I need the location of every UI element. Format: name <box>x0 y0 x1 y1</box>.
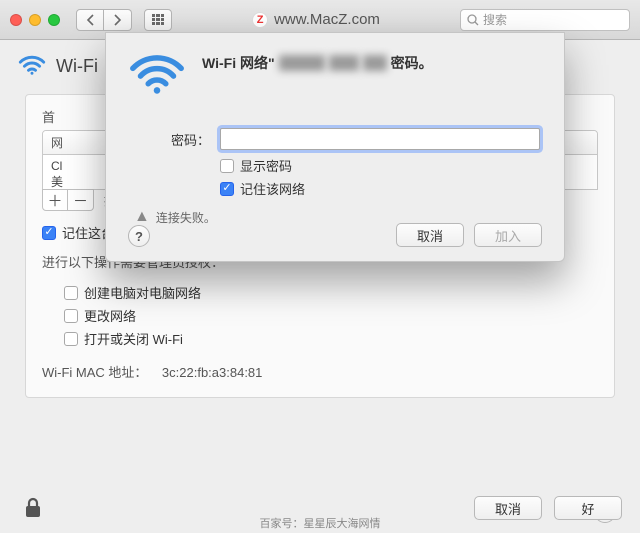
service-title: Wi-Fi <box>56 56 98 77</box>
dialog-title: Wi-Fi 网络" 密码。 <box>202 53 433 73</box>
opt-toggle-checkbox[interactable] <box>64 332 78 346</box>
remember-network-label: 记住该网络 <box>240 179 305 198</box>
remove-network-button[interactable]: － <box>68 189 94 211</box>
mac-address-label: Wi-Fi MAC 地址： <box>42 365 147 380</box>
dialog-footer: 取消 加入 <box>396 223 542 247</box>
lock-icon[interactable] <box>18 493 48 523</box>
dialog-join-button[interactable]: 加入 <box>474 223 542 247</box>
window-title-text: www.MacZ.com <box>274 11 380 28</box>
cancel-button[interactable]: 取消 <box>474 496 542 520</box>
mac-address-line: Wi-Fi MAC 地址： 3c:22:fb:a3:84:81 <box>42 362 598 381</box>
password-row: 密码： <box>130 128 540 150</box>
error-text: 连接失败。 <box>156 209 216 226</box>
redacted-ssid <box>279 55 325 71</box>
minimize-window-button[interactable] <box>29 14 41 26</box>
remember-networks-checkbox[interactable] <box>42 226 56 240</box>
opt-create-row[interactable]: 创建电脑对电脑网络 <box>64 283 598 302</box>
opt-create-checkbox[interactable] <box>64 286 78 300</box>
search-placeholder: 搜索 <box>483 11 507 28</box>
dialog-title-pre: Wi-Fi 网络" <box>202 53 275 73</box>
mac-address-value: 3c:22:fb:a3:84:81 <box>162 365 262 380</box>
ok-button[interactable]: 好 <box>554 496 622 520</box>
app-badge-icon: Z <box>252 12 268 28</box>
dialog-header: Wi-Fi 网络" 密码。 <box>130 53 540 100</box>
dialog-cancel-button[interactable]: 取消 <box>396 223 464 247</box>
dialog-options: 显示密码 记住该网络 <box>220 156 540 198</box>
password-input[interactable] <box>220 128 540 150</box>
wifi-icon <box>130 53 184 100</box>
warning-icon: ▲ <box>134 208 150 226</box>
dialog-help-button[interactable]: ? <box>128 225 150 247</box>
redacted-ssid <box>329 55 359 71</box>
password-label: 密码： <box>130 130 210 149</box>
zoom-window-button[interactable] <box>48 14 60 26</box>
search-icon <box>467 14 479 26</box>
wifi-icon <box>18 54 46 78</box>
watermark: 百家号：星星辰大海网情 <box>260 515 381 531</box>
wifi-password-dialog: Wi-Fi 网络" 密码。 密码： 显示密码 记住该网络 <box>105 32 565 262</box>
traffic-lights <box>10 14 60 26</box>
grid-icon <box>152 14 164 26</box>
show-all-button[interactable] <box>144 9 172 31</box>
opt-change-checkbox[interactable] <box>64 309 78 323</box>
opt-create-label: 创建电脑对电脑网络 <box>84 283 201 302</box>
nav-buttons <box>76 9 132 31</box>
preferences-window: Z www.MacZ.com 搜索 Wi-Fi 首 网 Cl 美 <box>0 0 640 533</box>
show-password-label: 显示密码 <box>240 156 292 175</box>
add-network-button[interactable]: ＋ <box>42 189 68 211</box>
remember-network-row[interactable]: 记住该网络 <box>220 179 540 198</box>
back-button[interactable] <box>76 9 104 31</box>
opt-change-row[interactable]: 更改网络 <box>64 306 598 325</box>
close-window-button[interactable] <box>10 14 22 26</box>
search-field[interactable]: 搜索 <box>460 9 630 31</box>
opt-toggle-label: 打开或关闭 Wi-Fi <box>84 329 183 348</box>
show-password-row[interactable]: 显示密码 <box>220 156 540 175</box>
forward-button[interactable] <box>104 9 132 31</box>
show-password-checkbox[interactable] <box>220 159 234 173</box>
chevron-left-icon <box>86 14 95 26</box>
opt-change-label: 更改网络 <box>84 306 136 325</box>
window-title: Z www.MacZ.com <box>180 11 452 28</box>
dialog-title-post: 密码。 <box>391 53 433 73</box>
add-remove-group: ＋ － <box>42 189 94 211</box>
chevron-right-icon <box>113 14 122 26</box>
opt-toggle-row[interactable]: 打开或关闭 Wi-Fi <box>64 329 598 348</box>
remember-network-checkbox[interactable] <box>220 182 234 196</box>
redacted-ssid <box>363 55 387 71</box>
